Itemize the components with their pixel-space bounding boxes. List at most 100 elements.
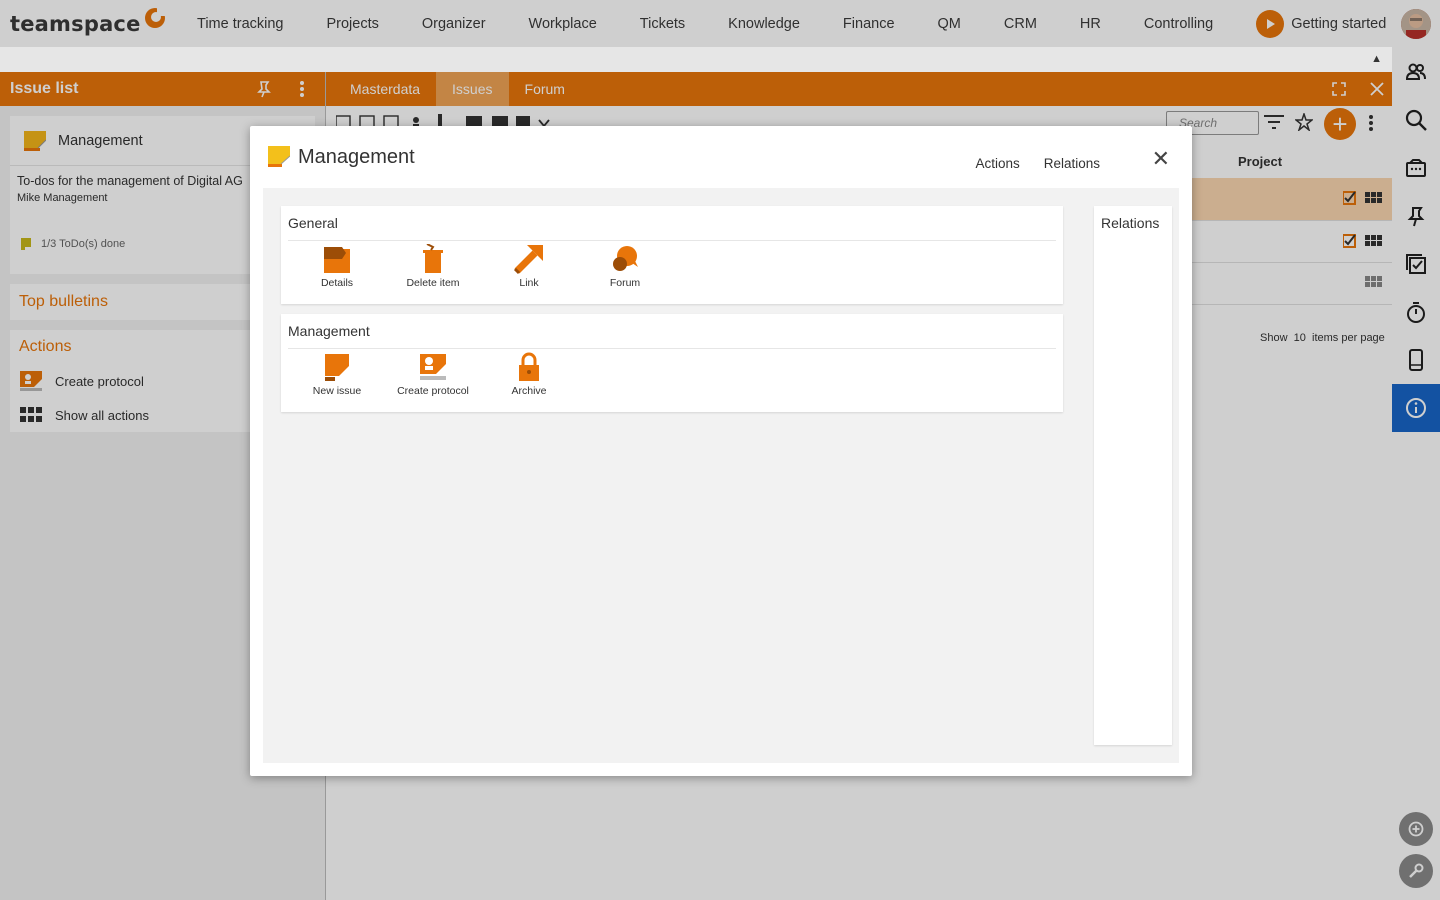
people-icon [1405,63,1426,80]
dialog-body: General Details Delete item Link Forum M… [263,188,1179,763]
mobile-button[interactable] [1392,336,1440,384]
details-button[interactable]: Details [289,243,385,289]
nav-crm[interactable]: CRM [1004,16,1037,32]
main-nav: Time tracking Projects Organizer Workpla… [197,16,1256,32]
top-bulletins-label: Top bulletins [19,293,108,310]
group-general: General Details Delete item Link Forum [281,206,1063,304]
search-icon [1405,109,1427,131]
filter-icon[interactable] [1264,114,1284,130]
getting-started-button[interactable]: Getting started [1256,9,1387,38]
checklist-button[interactable] [1392,240,1440,288]
checklist-icon [1406,254,1426,274]
row-status-icons [1343,191,1382,205]
pin-button[interactable] [1392,192,1440,240]
mobile-icon [1409,349,1423,371]
actions-link[interactable]: Actions [975,156,1019,171]
grid-icon [20,407,44,423]
pager-count[interactable]: 10 [1294,332,1306,344]
tab-masterdata[interactable]: Masterdata [326,72,436,106]
link-button[interactable]: Link [481,243,577,289]
details-icon [321,243,353,275]
item-label: New issue [312,385,362,397]
search-button[interactable] [1392,96,1440,144]
create-protocol-button[interactable]: Create protocol [385,351,481,397]
nav-controlling[interactable]: Controlling [1144,16,1213,32]
relations-title: Relations [1101,215,1160,231]
nav-workplace[interactable]: Workplace [529,16,597,32]
lock-icon [513,351,545,383]
nav-projects[interactable]: Projects [326,16,378,32]
user-avatar-button[interactable] [1392,0,1440,48]
more-vert-icon[interactable] [1368,114,1374,132]
play-icon [1256,9,1285,38]
nav-qm[interactable]: QM [938,16,961,32]
group-items: Details Delete item Link Forum [281,241,1063,289]
close-icon[interactable]: ✕ [1152,148,1170,170]
issue-card-title: Management [58,132,143,149]
row-status-icons [1343,234,1382,248]
add-button[interactable]: + [1324,108,1356,140]
left-panel-header: Issue list [0,72,325,106]
tab-controls [1332,82,1392,96]
item-label: Details [320,277,354,289]
close-icon[interactable] [1370,82,1384,96]
stopwatch-button[interactable] [1392,288,1440,336]
wrench-button[interactable] [1392,847,1440,895]
group-management: Management New issue Create protocol Arc… [281,314,1063,412]
new-issue-button[interactable]: New issue [289,351,385,397]
info-icon [1406,398,1426,418]
pin-icon [1407,207,1425,227]
nav-knowledge[interactable]: Knowledge [728,16,800,32]
getting-started-label: Getting started [1291,15,1387,32]
item-label: Delete item [406,277,460,289]
nav-time-tracking[interactable]: Time tracking [197,16,283,32]
action-label: Show all actions [55,407,149,423]
relations-link[interactable]: Relations [1044,156,1100,171]
trash-icon [417,243,449,275]
dialog-header: Management Actions Relations ✕ [250,126,1192,188]
item-label: Create protocol [397,385,469,397]
tab-forum[interactable]: Forum [509,72,581,106]
item-label: Forum [609,277,641,289]
star-icon[interactable] [1295,113,1313,131]
pager-show: Show [1260,332,1288,344]
collapse-up-icon[interactable]: ▲ [1371,53,1382,65]
forum-button[interactable]: Forum [577,243,673,289]
info-button[interactable] [1392,384,1440,432]
nav-hr[interactable]: HR [1080,16,1101,32]
link-arrow-icon [513,243,545,275]
tab-issues[interactable]: Issues [436,72,509,106]
right-sidebar [1392,0,1440,900]
nav-finance[interactable]: Finance [843,16,895,32]
action-label: Create protocol [55,373,144,389]
group-title: General [288,215,338,231]
pager-suffix: items per page [1312,332,1385,344]
top-navigation: teamspace Time tracking Projects Organiz… [0,0,1392,47]
logo[interactable]: teamspace [0,6,185,36]
archive-button[interactable]: Archive [481,351,577,397]
pin-icon[interactable] [255,80,273,98]
group-title: Management [288,323,370,339]
people-button[interactable] [1392,48,1440,96]
inbox-button[interactable] [1392,144,1440,192]
dialog-links: Actions Relations [951,156,1100,171]
inbox-icon [1406,159,1426,177]
logo-mark-icon [144,6,166,28]
column-header-project[interactable]: Project [1238,154,1282,169]
wrench-icon [1399,854,1433,888]
left-panel-title: Issue list [10,80,79,97]
add-circle-icon [1399,812,1433,846]
tab-bar: Masterdata Issues Forum [326,72,1392,106]
fullscreen-icon[interactable] [1332,82,1346,96]
todo-status: 1/3 ToDo(s) done [20,238,125,250]
relations-panel: Relations [1094,206,1172,745]
item-label: Link [519,277,539,289]
protocol-icon [417,351,449,383]
nav-tickets[interactable]: Tickets [640,16,685,32]
nav-organizer[interactable]: Organizer [422,16,486,32]
avatar [1401,9,1431,39]
delete-item-button[interactable]: Delete item [385,243,481,289]
more-vert-icon[interactable] [299,80,305,98]
forum-icon [609,243,641,275]
add-circle-button[interactable] [1392,805,1440,853]
